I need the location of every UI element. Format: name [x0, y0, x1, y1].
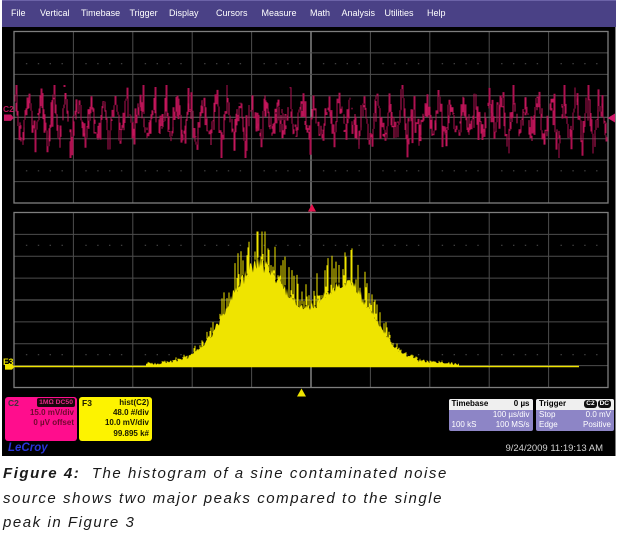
- svg-text:C2: C2: [3, 104, 14, 114]
